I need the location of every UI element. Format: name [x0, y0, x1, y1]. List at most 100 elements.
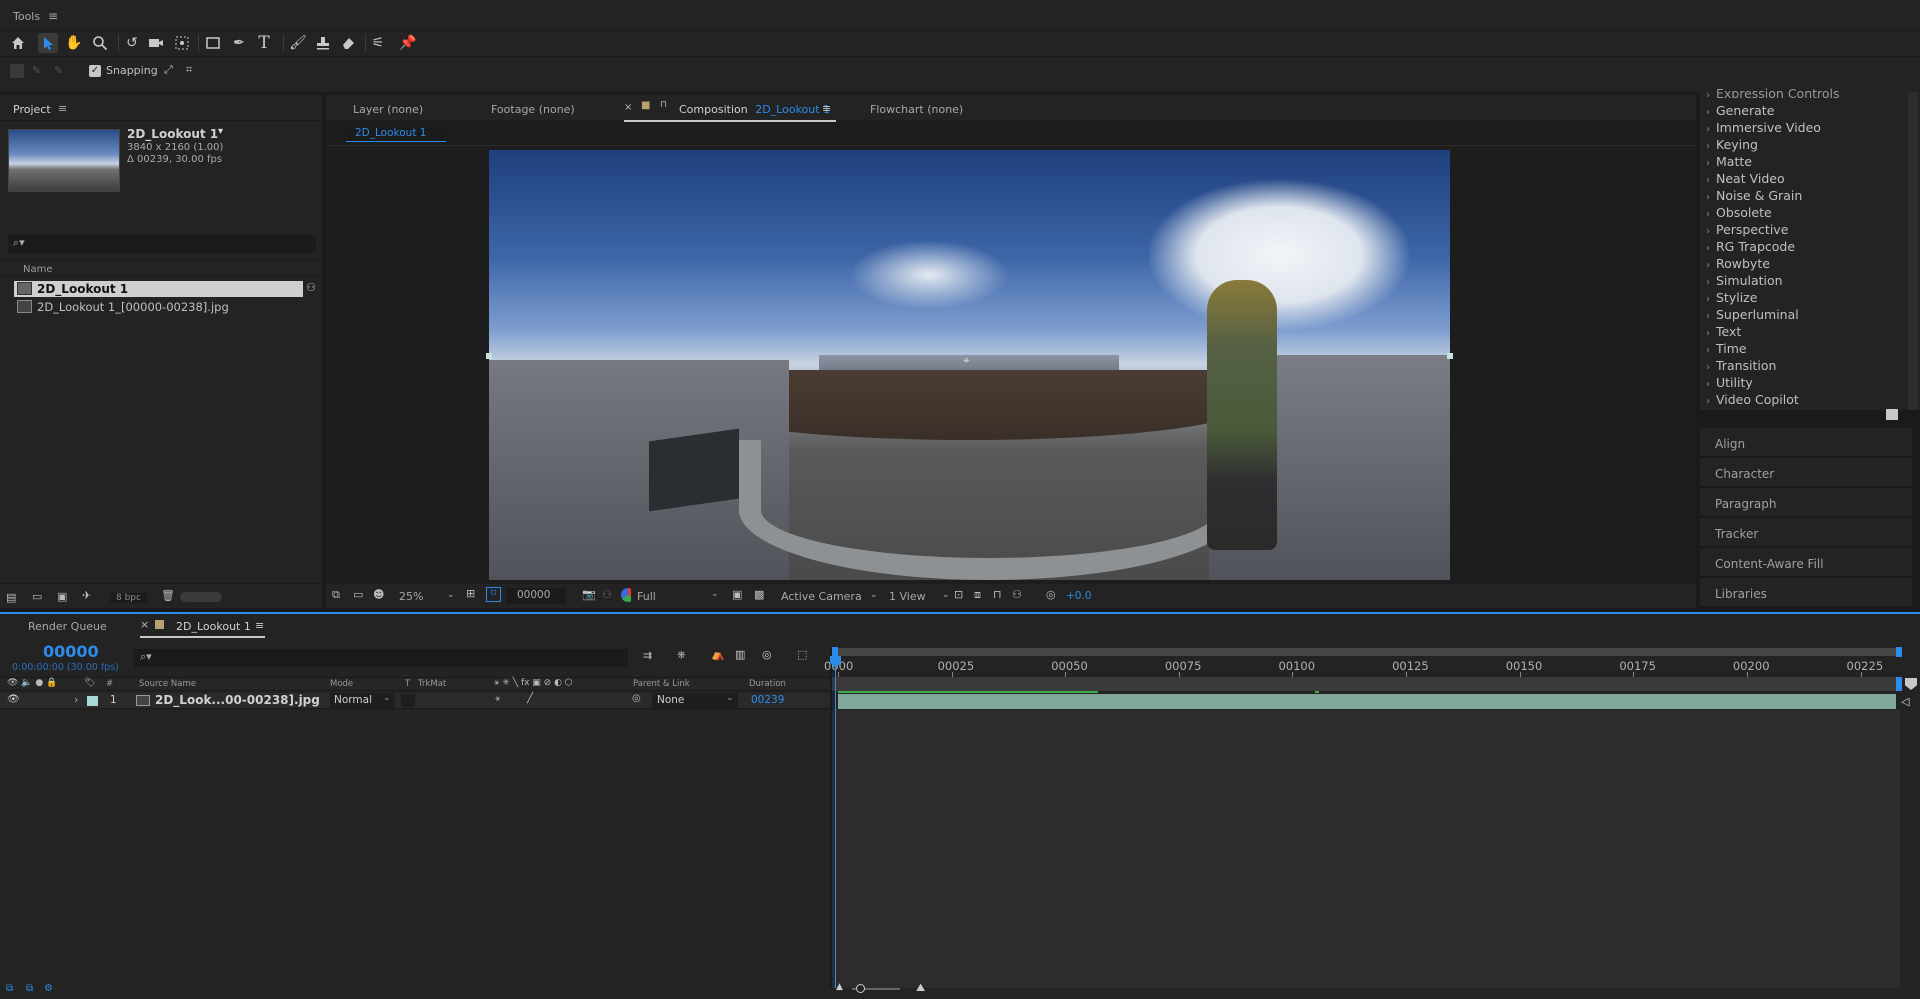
effects-category-item[interactable]: › Utility — [1706, 375, 1753, 390]
effects-category-item[interactable]: › Text — [1706, 324, 1741, 339]
home-icon[interactable] — [8, 33, 28, 53]
zoom-out-icon[interactable]: ▲ — [836, 982, 843, 992]
snapping-checkbox[interactable]: ✓ — [89, 65, 101, 77]
puppet-pin-tool-icon[interactable]: 📌 — [398, 33, 418, 53]
effects-category-item[interactable]: › Superluminal — [1706, 307, 1799, 322]
transparency-grid-icon[interactable]: ⌑ — [486, 587, 501, 602]
project-item-footage[interactable]: 2D_Lookout 1_[00000-00238].jpg — [14, 299, 303, 315]
effects-category-item[interactable]: › Simulation — [1706, 273, 1783, 288]
lock-icon[interactable]: ■ — [641, 100, 650, 111]
effects-category-item[interactable]: › Matte — [1706, 154, 1752, 169]
flowchart-icon[interactable]: ⚇ — [306, 281, 316, 294]
camera-tool-icon[interactable] — [146, 33, 166, 53]
clone-stamp-tool-icon[interactable] — [313, 33, 333, 53]
new-composition-icon[interactable]: ▣ — [57, 590, 67, 603]
zoom-in-icon[interactable]: ⛰ — [916, 981, 925, 995]
work-area-bar[interactable] — [832, 648, 1900, 656]
composition-canvas[interactable]: ⌖ — [489, 150, 1450, 580]
effects-category-item[interactable]: › Perspective — [1706, 222, 1788, 237]
toggle-pixel-aspect-icon[interactable]: ⊡ — [954, 588, 963, 601]
tools-menu-icon[interactable]: ≡ — [48, 9, 58, 23]
tab-layer[interactable]: Layer (none) — [353, 103, 423, 116]
flowchart-viewer-icon[interactable]: ⚇ — [1012, 588, 1022, 601]
bpc-indicator[interactable]: 8 bpc — [110, 593, 147, 603]
pan-behind-tool-icon[interactable] — [172, 33, 192, 53]
motion-blur-icon[interactable]: ◎ — [762, 648, 772, 661]
camera-dropdown[interactable]: Active Camera ⌄ — [781, 590, 879, 603]
tab-flowchart[interactable]: Flowchart (none) — [870, 103, 963, 116]
num-column-header[interactable]: # — [106, 679, 113, 689]
shy-layers-icon[interactable]: ⛺ — [711, 648, 725, 661]
collapse-switch-icon[interactable]: ⚹ — [495, 694, 500, 704]
unlock-icon[interactable]: ⊓ — [660, 100, 667, 110]
effects-category-item[interactable]: › Keying — [1706, 137, 1758, 152]
interpret-footage-icon[interactable]: ▤ — [6, 591, 16, 604]
tab-render-queue[interactable]: Render Queue — [28, 620, 107, 633]
layer-mode-dropdown[interactable]: Normal ⌄ — [330, 693, 395, 708]
layer-handle-left[interactable] — [486, 353, 492, 359]
zoom-slider-knob[interactable] — [856, 984, 865, 993]
effects-category-item[interactable]: › RG Trapcode — [1706, 239, 1795, 254]
exposure-icon[interactable]: ◎ — [1046, 588, 1056, 601]
parent-column-header[interactable]: Parent & Link — [633, 679, 690, 689]
panel-tab-collapsed[interactable]: Tracker — [1700, 518, 1912, 547]
timeline-icon[interactable]: ⊓ — [993, 588, 1002, 601]
hand-tool-icon[interactable]: ✋ — [64, 33, 84, 53]
layer-bar-end-icon[interactable]: ◁ — [1901, 695, 1909, 708]
tab-footage[interactable]: Footage (none) — [491, 103, 575, 116]
layer-duration-bar[interactable] — [838, 694, 1896, 709]
expand-chevron-icon[interactable]: › — [74, 693, 78, 706]
zoom-tool-icon[interactable] — [90, 33, 110, 53]
panel-tab-collapsed[interactable]: Align — [1700, 428, 1912, 457]
quality-switch-icon[interactable]: ╱ — [527, 693, 533, 704]
anchor-point-icon[interactable]: ⌖ — [963, 353, 970, 368]
project-menu-icon[interactable]: ≡ — [58, 102, 67, 115]
trkmat-column-header[interactable]: TrkMat — [418, 679, 446, 689]
comp-dropdown-icon[interactable]: ▾ — [218, 126, 223, 137]
effects-scrollbar[interactable] — [1908, 92, 1918, 410]
brush-tool-icon[interactable]: 🖌 — [288, 33, 308, 53]
project-tab[interactable]: Project — [13, 103, 51, 116]
rotate-tool-icon[interactable]: ↺ — [122, 33, 142, 53]
project-item-comp[interactable]: 2D_Lookout 1 — [14, 281, 303, 297]
views-dropdown[interactable]: 1 View ⌄ — [889, 590, 951, 603]
comp-breadcrumb-chip[interactable]: 2D_Lookout 1 — [346, 125, 446, 142]
effects-category-item[interactable]: › Noise & Grain — [1706, 188, 1802, 203]
tab-menu-icon[interactable]: ≡ — [255, 619, 264, 632]
zoom-dropdown[interactable]: 25% ⌄ — [399, 590, 455, 603]
rectangle-tool-icon[interactable] — [203, 33, 223, 53]
snap-edge-icon[interactable]: ⤢ — [164, 63, 173, 77]
exposure-value[interactable]: +0.0 — [1066, 590, 1092, 602]
comp-end-handle[interactable] — [1896, 677, 1902, 691]
new-bin-icon[interactable] — [1886, 409, 1898, 420]
selection-tool-icon[interactable] — [38, 33, 58, 53]
region-of-interest-icon[interactable]: ▣ — [732, 588, 742, 601]
trkmat-dropdown[interactable] — [401, 694, 415, 707]
roto-brush-tool-icon[interactable]: ⚟ — [368, 33, 388, 53]
pen-tool-icon[interactable]: ✒ — [229, 33, 249, 53]
playhead[interactable] — [835, 656, 836, 992]
fit-icon[interactable]: ⊞ — [466, 587, 475, 600]
layer-handle-right[interactable] — [1447, 353, 1453, 359]
comp-flowchart-icon[interactable]: ⇉ — [643, 649, 652, 662]
layer-name[interactable]: 2D_Look...00-00238].jpg — [155, 693, 320, 707]
frame-blending-icon[interactable]: ▥ — [735, 648, 745, 661]
duration-column-header[interactable]: Duration — [749, 679, 786, 689]
tab-menu-icon[interactable]: ≡ — [822, 102, 831, 115]
mode-column-header[interactable]: Mode — [330, 679, 353, 689]
in-out-toggle-icon[interactable]: ⚙ — [44, 983, 53, 994]
effects-category-item[interactable]: › Neat Video — [1706, 171, 1785, 186]
graph-editor-icon[interactable]: ⬚ — [797, 648, 807, 661]
trash-icon[interactable]: 🗑 — [161, 589, 175, 602]
monitor-icon[interactable]: ▭ — [353, 588, 363, 601]
effects-category-item[interactable]: › Video Copilot — [1706, 392, 1799, 407]
transparency-toggle-icon[interactable]: ▩ — [754, 588, 764, 601]
panel-tab-collapsed[interactable]: Content-Aware Fill — [1700, 548, 1912, 577]
eraser-tool-icon[interactable] — [338, 33, 358, 53]
transfer-controls-toggle-icon[interactable]: ⧉ — [26, 983, 33, 994]
draft-3d-icon[interactable]: ⎈ — [677, 648, 686, 662]
panel-tab-collapsed[interactable]: Paragraph — [1700, 488, 1912, 517]
pickwhip-icon[interactable]: ◎ — [632, 693, 641, 704]
show-snapshot-icon[interactable]: ⚇ — [602, 588, 612, 601]
effects-item-cut[interactable]: › Expression Controls — [1706, 86, 1840, 98]
